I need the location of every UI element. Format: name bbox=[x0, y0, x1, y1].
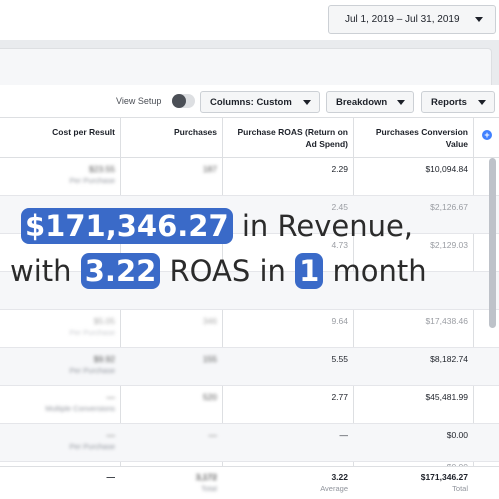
table-row[interactable]: $23.55 Per Purchase 187 2.29 $10,094.84 bbox=[0, 158, 499, 196]
chevron-down-icon bbox=[303, 100, 311, 105]
cost-sub: Per Purchase bbox=[69, 366, 115, 375]
vertical-scrollbar[interactable] bbox=[489, 158, 496, 328]
reports-button[interactable]: Reports bbox=[421, 91, 495, 113]
roas-cell: — bbox=[339, 430, 349, 440]
cost-value: — bbox=[106, 430, 116, 440]
value-cell: $10,094.84 bbox=[425, 164, 468, 174]
columns-button[interactable]: Columns: Custom bbox=[200, 91, 320, 113]
cost-cell: $9.92 Per Purchase bbox=[0, 348, 120, 386]
cost-sub: Multiple Conversions bbox=[45, 404, 115, 413]
total-value-cell: $171,346.27 Total bbox=[353, 467, 473, 499]
cost-sub: Per Purchase bbox=[69, 328, 115, 337]
columns-label: Columns: Custom bbox=[210, 96, 292, 108]
header-purchases[interactable]: Purchases bbox=[120, 118, 222, 158]
top-bar: Jul 1, 2019 – Jul 31, 2019 bbox=[0, 0, 499, 40]
cost-cell: $23.55 Per Purchase bbox=[0, 158, 120, 196]
chevron-down-icon bbox=[475, 17, 483, 22]
cost-sub: Per Purchase bbox=[69, 176, 115, 185]
headline-line-1: $171,346.27 in Revenue, bbox=[21, 208, 413, 244]
roas-cell: 2.29 bbox=[331, 164, 348, 174]
date-range-picker[interactable]: Jul 1, 2019 – Jul 31, 2019 bbox=[328, 5, 496, 34]
header-conversion-value[interactable]: Purchases Conversion Value bbox=[353, 118, 473, 158]
table-row[interactable]: $9.92 Per Purchase 155 5.55 $8,182.74 bbox=[0, 348, 499, 386]
chevron-down-icon bbox=[397, 100, 405, 105]
purchases-cell: 187 bbox=[202, 164, 217, 174]
month-suffix: month bbox=[323, 254, 427, 288]
table-header: Cost per Result Purchases Purchase ROAS … bbox=[0, 118, 499, 158]
table-toolbar: View Setup Columns: Custom Breakdown Rep… bbox=[0, 85, 499, 118]
cost-value: $23.55 bbox=[89, 164, 115, 174]
cost-cell: — Per Purchase bbox=[0, 424, 120, 462]
purchases-cell: 346 bbox=[202, 316, 217, 326]
ads-table: Cost per Result Purchases Purchase ROAS … bbox=[0, 118, 499, 499]
months-highlight: 1 bbox=[295, 253, 324, 289]
value-cell: $8,182.74 bbox=[430, 354, 468, 364]
roas-cell: 2.77 bbox=[331, 392, 348, 402]
total-value-sub: Total bbox=[452, 484, 468, 493]
view-setup-toggle[interactable] bbox=[172, 94, 195, 108]
cost-value: $5.05 bbox=[93, 316, 115, 326]
total-roas: 3.22 bbox=[331, 472, 348, 482]
total-cost: — bbox=[106, 472, 116, 482]
total-roas-sub: Average bbox=[320, 484, 348, 493]
chevron-down-icon bbox=[478, 100, 486, 105]
purchases-cell: 520 bbox=[202, 392, 217, 402]
purchases-cell: — bbox=[208, 430, 218, 440]
breakdown-button[interactable]: Breakdown bbox=[326, 91, 414, 113]
toggle-knob bbox=[172, 94, 186, 108]
add-column-icon[interactable]: + bbox=[482, 130, 492, 140]
table-row[interactable]: — Per Purchase — — $0.00 bbox=[0, 424, 499, 462]
breakdown-label: Breakdown bbox=[336, 96, 388, 108]
cost-value: $9.92 bbox=[93, 354, 115, 364]
revenue-suffix: in Revenue, bbox=[232, 209, 414, 243]
purchases-cell: 155 bbox=[202, 354, 217, 364]
active-tab[interactable] bbox=[0, 48, 492, 85]
totals-row: — 3,172 Total 3.22 Average $171,346.27 Tota… bbox=[0, 466, 499, 499]
value-cell: $0.00 bbox=[446, 430, 468, 440]
roas-mid: ROAS in bbox=[160, 254, 296, 288]
total-roas-cell: 3.22 Average bbox=[222, 467, 353, 499]
value-cell: $17,438.46 bbox=[425, 316, 468, 326]
roas-cell: 9.64 bbox=[331, 316, 348, 326]
total-purchases-cell: 3,172 Total bbox=[120, 467, 222, 499]
total-value: $171,346.27 bbox=[420, 472, 468, 482]
table-row[interactable]: — Multiple Conversions 520 2.77 $45,481.9… bbox=[0, 386, 499, 424]
header-cost-per-result[interactable]: Cost per Result bbox=[0, 118, 120, 158]
view-setup-label: View Setup bbox=[116, 96, 162, 106]
total-purchases-sub: Total bbox=[201, 484, 217, 493]
roas-cell: 5.55 bbox=[331, 354, 348, 364]
date-range-label: Jul 1, 2019 – Jul 31, 2019 bbox=[345, 14, 460, 25]
headline-line-2: with 3.22 ROAS in 1 month bbox=[10, 253, 427, 289]
with-prefix: with bbox=[10, 254, 81, 288]
cost-value: — bbox=[106, 392, 116, 402]
roas-highlight: 3.22 bbox=[80, 253, 161, 289]
cost-sub: Per Purchase bbox=[69, 442, 115, 451]
revenue-highlight: $171,346.27 bbox=[21, 208, 233, 244]
total-purchases: 3,172 bbox=[195, 472, 217, 482]
header-roas[interactable]: Purchase ROAS (Return on Ad Spend) bbox=[222, 118, 353, 158]
table-row[interactable]: $5.05 Per Purchase 346 9.64 $17,438.46 bbox=[0, 310, 499, 348]
value-cell: $45,481.99 bbox=[425, 392, 468, 402]
cost-cell: — Multiple Conversions bbox=[0, 386, 120, 424]
reports-label: Reports bbox=[431, 96, 467, 108]
cost-cell: $5.05 Per Purchase bbox=[0, 310, 120, 348]
